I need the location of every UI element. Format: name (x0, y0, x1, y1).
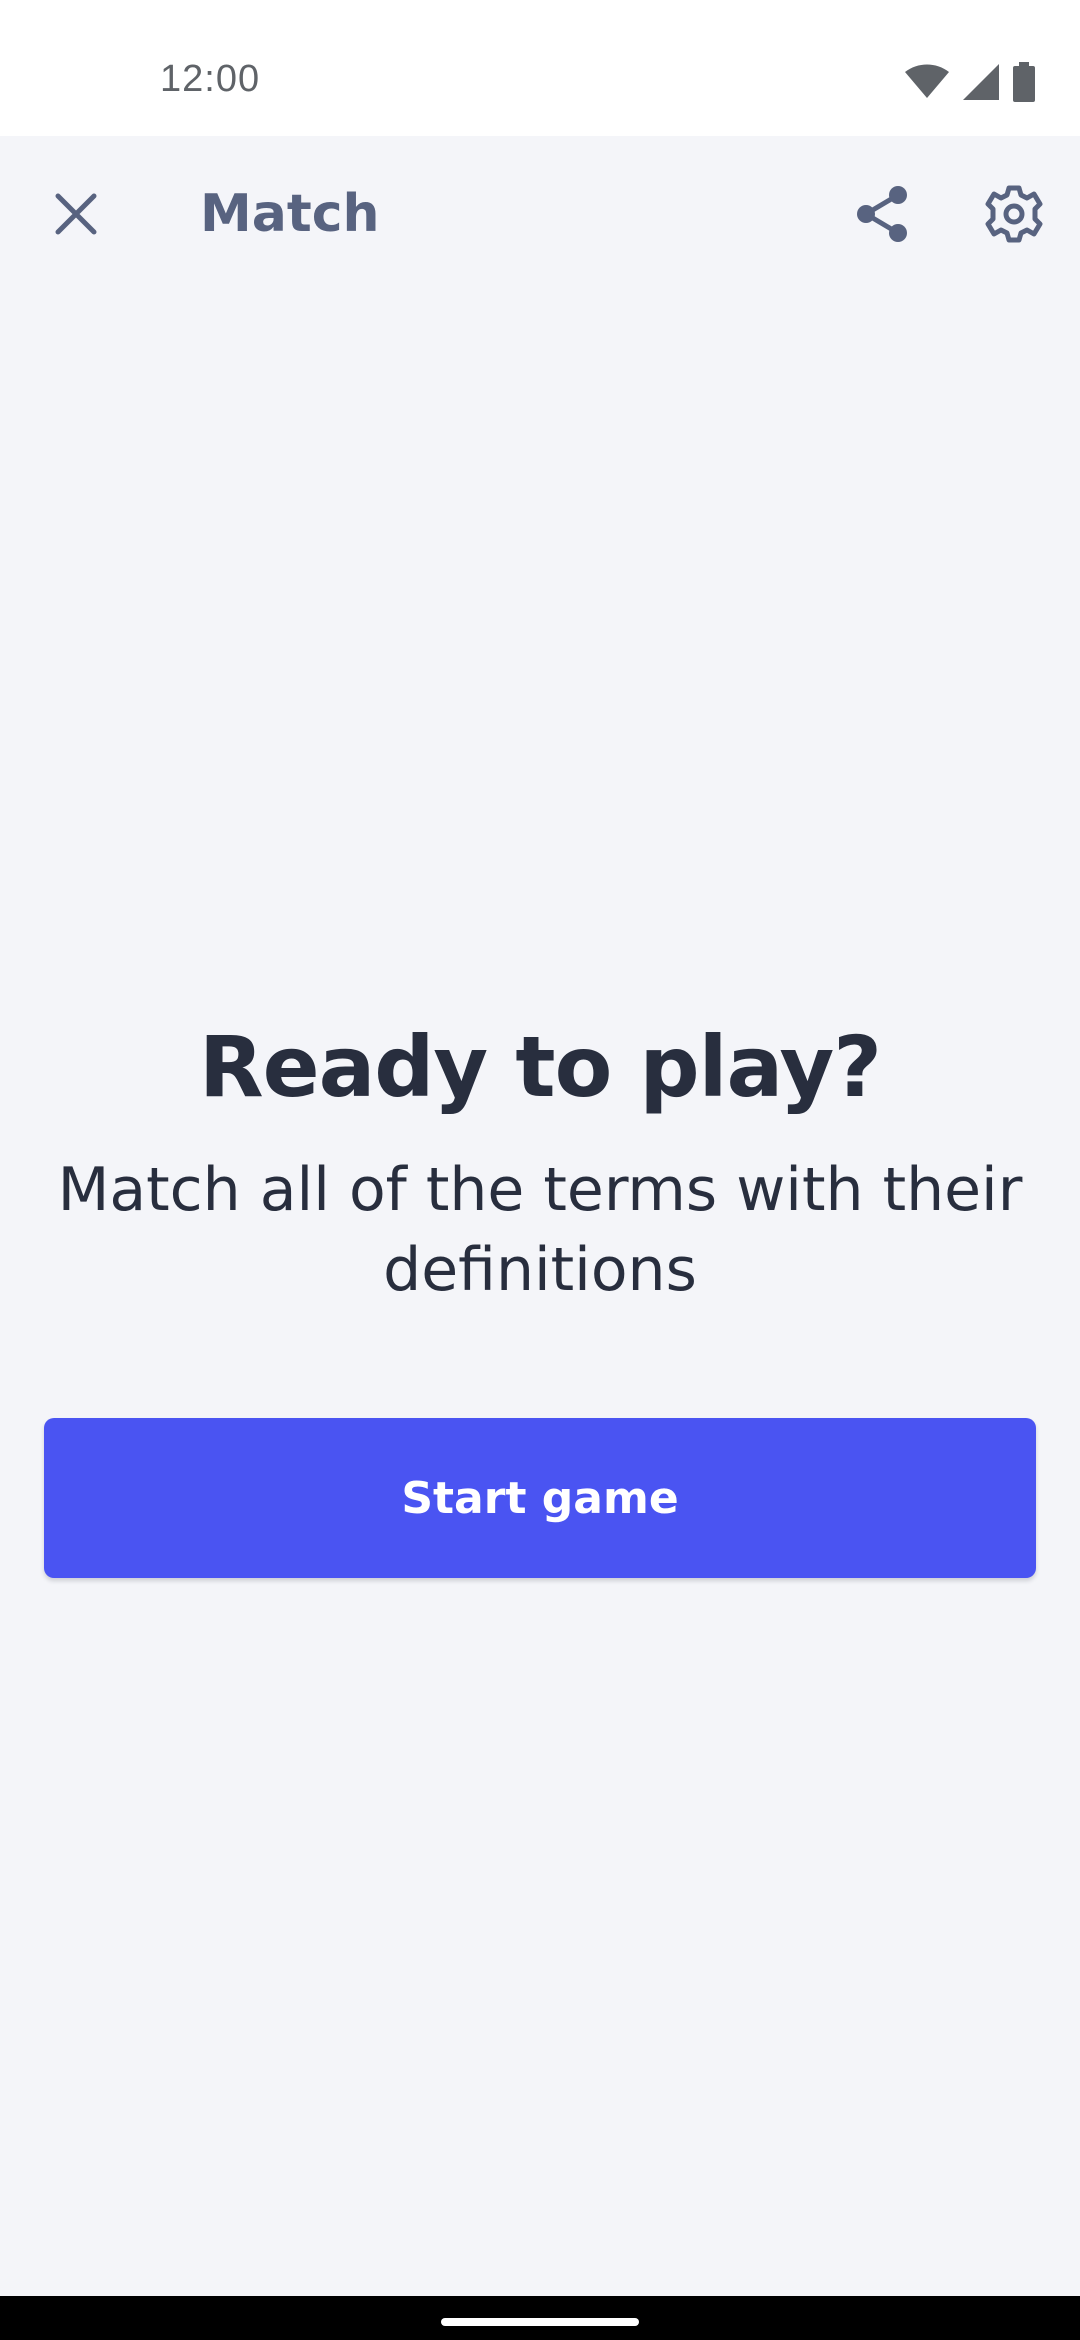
share-icon (854, 184, 910, 249)
navigation-bar (0, 2296, 1080, 2340)
status-time: 12:00 (160, 58, 261, 100)
home-gesture-handle[interactable] (441, 2318, 639, 2326)
status-bar: 12:00 (0, 0, 1080, 136)
start-game-label: Start game (401, 1472, 679, 1524)
start-game-button[interactable]: Start game (44, 1418, 1036, 1578)
close-button[interactable] (28, 168, 124, 264)
close-icon (54, 192, 98, 241)
wifi-icon (904, 64, 950, 100)
share-button[interactable] (834, 168, 930, 264)
settings-button[interactable] (966, 168, 1062, 264)
page-title: Match (200, 184, 380, 244)
subtitle: Match all of the terms with their defini… (57, 1155, 1023, 1305)
match-start-screen: 12:00 Match Ready to play? Match all of … (0, 0, 1080, 2340)
headline: Ready to play? (198, 1018, 882, 1116)
cellular-signal-icon (962, 63, 1000, 101)
app-bar: Match (0, 136, 1080, 296)
battery-icon (1012, 62, 1036, 102)
gear-icon (984, 184, 1044, 249)
status-icons (904, 62, 1036, 102)
